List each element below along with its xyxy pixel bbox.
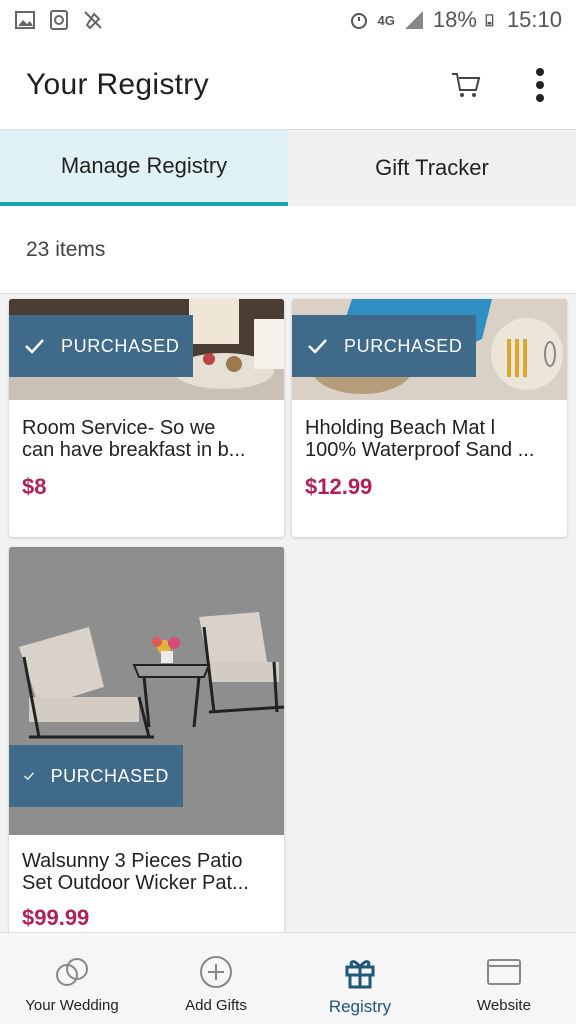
product-price: $12.99 xyxy=(305,474,373,499)
clock: 15:10 xyxy=(506,7,562,32)
tab-bar: Manage Registry Gift Tracker xyxy=(0,130,576,206)
product-title: Room Service- So we can have breakfast i… xyxy=(22,417,246,461)
check-icon xyxy=(308,339,327,354)
app-bar: Your Registry xyxy=(0,40,576,130)
rings-icon xyxy=(56,958,88,986)
network-indicator: 4G xyxy=(377,12,395,28)
bottom-navigation: Your Wedding Add Gifts Registry Website xyxy=(0,932,576,1024)
page-title: Your Registry xyxy=(26,67,209,101)
product-card[interactable]: PURCHASED Hholding Beach Mat l 100% Wate… xyxy=(292,299,567,537)
check-icon xyxy=(24,772,35,781)
status-badge: PURCHASED xyxy=(9,315,194,377)
status-badge: PURCHASED xyxy=(292,315,477,377)
battery-percent: 18% xyxy=(432,7,477,32)
nav-your-wedding[interactable]: Your Wedding xyxy=(0,933,144,1024)
sync-icon xyxy=(50,10,68,30)
signal-icon xyxy=(404,11,423,29)
nav-add-gifts[interactable]: Add Gifts xyxy=(144,933,288,1024)
check-icon xyxy=(25,339,44,354)
nav-registry[interactable]: Registry xyxy=(288,933,432,1024)
status-badge: PURCHASED xyxy=(9,745,183,807)
product-price: $8 xyxy=(22,474,47,499)
image-icon xyxy=(15,11,35,29)
status-bar: 4G 18% 15:10 xyxy=(0,0,576,40)
nav-website[interactable]: Website xyxy=(432,933,576,1024)
product-price: $99.99 xyxy=(22,905,90,930)
cart-button[interactable] xyxy=(446,65,486,105)
items-count-bar: 23 items xyxy=(0,206,576,294)
product-title: Walsunny 3 Pieces Patio Set Outdoor Wick… xyxy=(22,850,249,894)
battery-icon xyxy=(485,14,494,27)
silent-icon xyxy=(84,11,102,30)
product-card[interactable]: PURCHASED Room Service- So we can have b… xyxy=(9,299,284,537)
more-options-icon[interactable] xyxy=(530,65,550,105)
items-count: 23 items xyxy=(26,237,106,261)
cart-icon xyxy=(452,72,481,97)
product-card[interactable]: PURCHASED Walsunny 3 Pieces Patio Set Ou… xyxy=(9,547,284,932)
alarm-icon xyxy=(350,13,367,29)
product-title: Hholding Beach Mat l 100% Waterproof San… xyxy=(305,417,535,461)
browser-icon xyxy=(487,959,521,985)
tab-gift-tracker[interactable]: Gift Tracker xyxy=(288,130,576,206)
product-grid: PURCHASED Room Service- So we can have b… xyxy=(0,295,576,932)
plus-circle-icon xyxy=(200,956,232,988)
gift-icon xyxy=(345,960,375,989)
tab-manage-registry[interactable]: Manage Registry xyxy=(0,130,288,206)
